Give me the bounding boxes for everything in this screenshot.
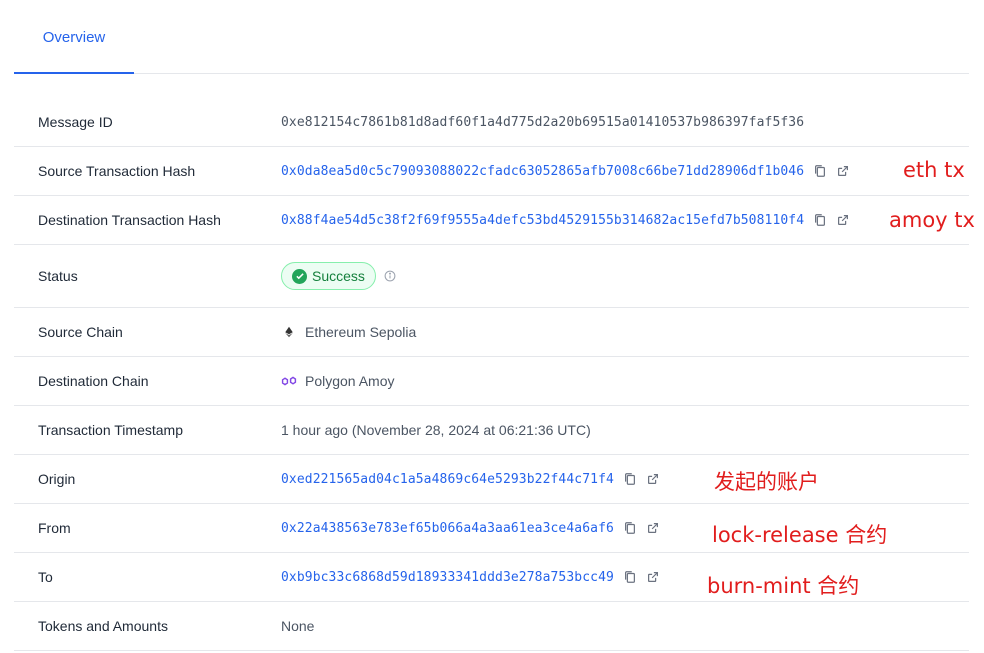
row-status: Status Success xyxy=(14,245,969,308)
copy-icon[interactable] xyxy=(623,472,637,486)
external-link-icon[interactable] xyxy=(646,570,660,584)
polygon-icon xyxy=(281,373,297,389)
source-chain-value: Ethereum Sepolia xyxy=(305,324,417,340)
tab-active-indicator xyxy=(14,72,134,74)
timestamp-label: Transaction Timestamp xyxy=(38,422,183,438)
copy-icon[interactable] xyxy=(813,213,827,227)
annotation-amoy-tx: amoy tx xyxy=(889,208,975,232)
annotation-to: burn-mint 合约 xyxy=(707,574,860,598)
row-dest-tx: Destination Transaction Hash 0x88f4ae54d… xyxy=(14,196,969,245)
details-table: Message ID 0xe812154c7861b81d8adf60f1a4d… xyxy=(14,98,969,651)
row-tokens: Tokens and Amounts None xyxy=(14,602,969,651)
tokens-value: None xyxy=(281,618,315,634)
check-icon xyxy=(292,268,307,284)
tab-overview-label: Overview xyxy=(42,28,106,46)
row-source-chain: Source Chain Ethereum Sepolia xyxy=(14,308,969,357)
annotation-eth-tx: eth tx xyxy=(903,158,965,182)
status-badge-text: Success xyxy=(312,268,365,284)
status-label: Status xyxy=(38,268,78,284)
from-link[interactable]: 0x22a438563e783ef65b066a4a3aa61ea3ce4a6a… xyxy=(281,521,614,536)
row-origin: Origin 0xed221565ad04c1a5a4869c64e5293b2… xyxy=(14,455,969,504)
message-id-label: Message ID xyxy=(38,114,113,130)
copy-icon[interactable] xyxy=(813,164,827,178)
source-tx-label: Source Transaction Hash xyxy=(38,163,196,179)
copy-icon[interactable] xyxy=(623,521,637,535)
external-link-icon[interactable] xyxy=(646,521,660,535)
status-badge: Success xyxy=(281,262,376,290)
to-link[interactable]: 0xb9bc33c6868d59d18933341ddd3e278a753bcc… xyxy=(281,570,614,585)
to-label: To xyxy=(38,569,53,585)
ethereum-icon xyxy=(281,324,297,340)
tab-bar: Overview xyxy=(14,0,969,74)
external-link-icon[interactable] xyxy=(836,213,850,227)
row-dest-chain: Destination Chain Polygon Amoy xyxy=(14,357,969,406)
dest-tx-label: Destination Transaction Hash xyxy=(38,212,221,228)
external-link-icon[interactable] xyxy=(646,472,660,486)
origin-link[interactable]: 0xed221565ad04c1a5a4869c64e5293b22f44c71… xyxy=(281,472,614,487)
dest-chain-value: Polygon Amoy xyxy=(305,373,395,389)
timestamp-value: 1 hour ago (November 28, 2024 at 06:21:3… xyxy=(281,422,591,438)
row-timestamp: Transaction Timestamp 1 hour ago (Novemb… xyxy=(14,406,969,455)
row-source-tx: Source Transaction Hash 0x0da8ea5d0c5c79… xyxy=(14,147,969,196)
dest-tx-link[interactable]: 0x88f4ae54d5c38f2f69f9555a4defc53bd45291… xyxy=(281,213,804,228)
copy-icon[interactable] xyxy=(623,570,637,584)
annotation-origin: 发起的账户 xyxy=(714,470,819,494)
tokens-label: Tokens and Amounts xyxy=(38,618,168,634)
source-tx-link[interactable]: 0x0da8ea5d0c5c79093088022cfadc63052865af… xyxy=(281,164,804,179)
origin-label: Origin xyxy=(38,471,76,487)
info-icon[interactable] xyxy=(384,270,396,282)
dest-chain-label: Destination Chain xyxy=(38,373,149,389)
source-chain-label: Source Chain xyxy=(38,324,123,340)
row-message-id: Message ID 0xe812154c7861b81d8adf60f1a4d… xyxy=(14,98,969,147)
annotation-from: lock-release 合约 xyxy=(712,523,888,547)
message-id-value: 0xe812154c7861b81d8adf60f1a4d775d2a20b69… xyxy=(281,114,805,130)
from-label: From xyxy=(38,520,71,536)
external-link-icon[interactable] xyxy=(836,164,850,178)
tab-overview[interactable]: Overview xyxy=(14,0,134,74)
